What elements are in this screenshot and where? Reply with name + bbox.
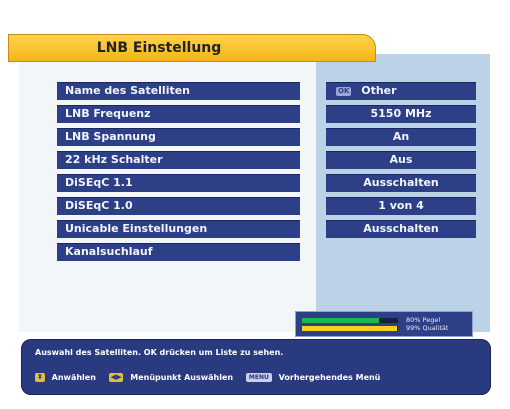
menu-item-diseqc-11[interactable]: DiSEqC 1.1 [57,174,300,192]
menu-item-label: Kanalsuchlauf [65,245,153,258]
signal-quality-fill [302,326,398,331]
value-text: Ausschalten [363,176,439,189]
menu-item-unicable-settings[interactable]: Unicable Einstellungen [57,220,300,238]
menu-item-label: 22 kHz Schalter [65,153,163,166]
hint-previous-menu-text: Vorhergehendes Menü [278,373,381,382]
signal-quality-text: 99% Qualität [406,324,449,332]
help-text: Auswahl des Satelliten. OK drücken um Li… [35,348,284,357]
menu-item-label: Unicable Einstellungen [65,222,208,235]
page-title: LNB Einstellung [96,40,222,56]
value-text: Ausschalten [363,222,439,235]
value-text: 5150 MHz [370,107,432,120]
help-panel: Auswahl des Satelliten. OK drücken um Li… [21,339,491,395]
menu-item-lnb-frequency[interactable]: LNB Frequenz [57,105,300,123]
menu-item-satellite-name[interactable]: Name des Satelliten [57,82,300,100]
menu-item-lnb-voltage[interactable]: LNB Spannung [57,128,300,146]
value-lnb-frequency[interactable]: 5150 MHz [326,105,476,123]
value-satellite-name[interactable]: OK Other [326,82,476,100]
value-unicable-settings[interactable]: Ausschalten [326,220,476,238]
signal-quality-bar [302,326,398,331]
menu-item-label: LNB Spannung [65,130,156,143]
menu-item-label: DiSEqC 1.0 [65,199,133,212]
value-text: Aus [389,153,413,166]
value-diseqc-10[interactable]: 1 von 4 [326,197,476,215]
menu-item-label: Name des Satelliten [65,84,191,97]
value-text: An [392,130,410,143]
value-diseqc-11[interactable]: Ausschalten [326,174,476,192]
left-right-arrows-icon: ◀▶ [108,373,124,382]
signal-level-text: 80% Pegel [406,316,441,324]
value-22khz-switch[interactable]: Aus [326,151,476,169]
up-down-arrows-icon: ⬍ [35,373,45,382]
signal-level-bar [302,318,398,323]
menu-key-icon: MENU [245,373,272,382]
title-tab: LNB Einstellung [8,34,376,62]
signal-level-fill [302,318,379,323]
menu-item-22khz-switch[interactable]: 22 kHz Schalter [57,151,300,169]
value-text: 1 von 4 [378,199,424,212]
signal-meter: 80% Pegel 99% Qualität [295,311,473,337]
ok-key-icon: OK [336,86,352,96]
tv-screen: LNB Einstellung Name des Satelliten LNB … [0,0,510,409]
hint-choose-item-text: Menüpunkt Auswählen [130,373,234,382]
value-text: Other [361,84,397,97]
menu-item-channel-search[interactable]: Kanalsuchlauf [57,243,300,261]
hint-select-text: Anwählen [51,373,96,382]
menu-item-diseqc-10[interactable]: DiSEqC 1.0 [57,197,300,215]
navigation-hints: ⬍ Anwählen ◀▶ Menüpunkt Auswählen MENU V… [35,373,485,382]
menu-item-label: LNB Frequenz [65,107,151,120]
menu-item-label: DiSEqC 1.1 [65,176,133,189]
value-lnb-voltage[interactable]: An [326,128,476,146]
